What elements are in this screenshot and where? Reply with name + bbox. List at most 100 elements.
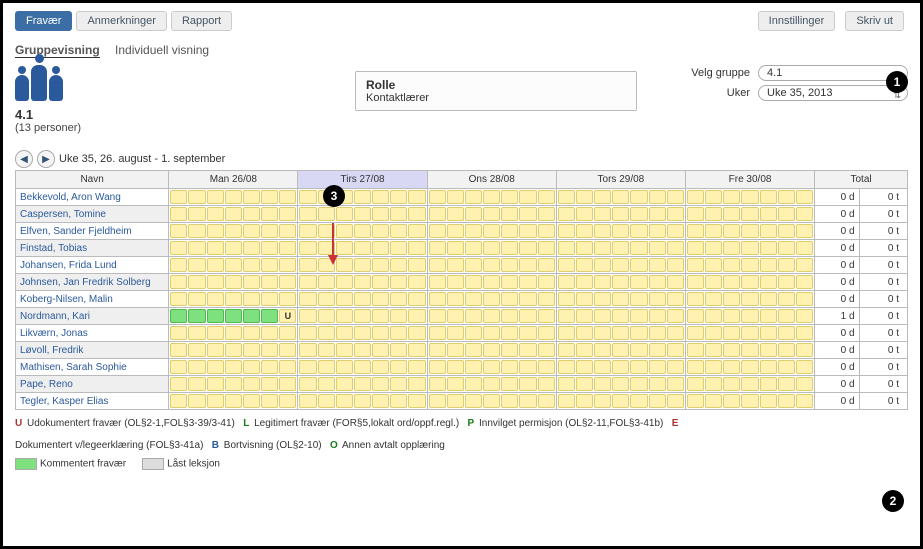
lesson-slot[interactable] <box>225 292 242 306</box>
lesson-slot[interactable] <box>538 377 555 391</box>
lesson-slot[interactable] <box>796 224 813 238</box>
lesson-slot[interactable] <box>778 292 795 306</box>
lesson-slot[interactable] <box>630 224 647 238</box>
lesson-slot[interactable] <box>188 190 205 204</box>
lesson-slot[interactable] <box>299 190 316 204</box>
day-cell[interactable] <box>427 325 556 342</box>
lesson-slot[interactable] <box>687 394 704 408</box>
lesson-slot[interactable] <box>594 207 611 221</box>
lesson-slot[interactable] <box>612 394 629 408</box>
lesson-slot[interactable] <box>649 309 666 323</box>
lesson-slot[interactable] <box>483 190 500 204</box>
lesson-slot[interactable] <box>538 343 555 357</box>
lesson-slot[interactable] <box>408 343 425 357</box>
lesson-slot[interactable] <box>170 326 187 340</box>
lesson-slot[interactable] <box>576 326 593 340</box>
lesson-slot[interactable] <box>519 309 536 323</box>
lesson-slot[interactable] <box>207 343 224 357</box>
lesson-slot[interactable] <box>465 326 482 340</box>
lesson-slot[interactable] <box>188 292 205 306</box>
lesson-slot[interactable] <box>225 309 242 323</box>
lesson-slot[interactable] <box>372 394 389 408</box>
lesson-slot[interactable] <box>299 343 316 357</box>
settings-button[interactable]: Innstillinger <box>758 11 836 31</box>
lesson-slot[interactable] <box>336 241 353 255</box>
day-cell[interactable] <box>298 342 427 359</box>
lesson-slot[interactable] <box>318 258 335 272</box>
lesson-slot[interactable] <box>796 377 813 391</box>
lesson-slot[interactable] <box>318 292 335 306</box>
lesson-slot[interactable] <box>723 326 740 340</box>
day-cell[interactable] <box>427 189 556 206</box>
day-cell[interactable] <box>298 223 427 240</box>
lesson-slot[interactable] <box>336 224 353 238</box>
lesson-slot[interactable] <box>760 343 777 357</box>
lesson-slot[interactable] <box>741 309 758 323</box>
lesson-slot[interactable] <box>778 275 795 289</box>
lesson-slot[interactable] <box>243 207 260 221</box>
lesson-slot[interactable] <box>299 309 316 323</box>
lesson-slot[interactable] <box>630 394 647 408</box>
day-cell[interactable] <box>685 308 814 325</box>
lesson-slot[interactable] <box>318 224 335 238</box>
lesson-slot[interactable] <box>354 377 371 391</box>
day-cell[interactable] <box>427 206 556 223</box>
lesson-slot[interactable] <box>778 309 795 323</box>
lesson-slot[interactable] <box>408 292 425 306</box>
day-cell[interactable] <box>169 376 298 393</box>
lesson-slot[interactable] <box>519 275 536 289</box>
student-name[interactable]: Nordmann, Kari <box>16 308 169 325</box>
lesson-slot[interactable] <box>465 258 482 272</box>
lesson-slot[interactable] <box>207 377 224 391</box>
lesson-slot[interactable] <box>299 377 316 391</box>
lesson-slot[interactable] <box>318 394 335 408</box>
day-cell[interactable] <box>685 257 814 274</box>
day-cell[interactable] <box>298 206 427 223</box>
lesson-slot[interactable] <box>649 207 666 221</box>
lesson-slot[interactable] <box>354 309 371 323</box>
lesson-slot[interactable] <box>705 258 722 272</box>
lesson-slot[interactable] <box>207 292 224 306</box>
lesson-slot[interactable] <box>170 360 187 374</box>
lesson-slot[interactable] <box>705 207 722 221</box>
lesson-slot[interactable] <box>705 326 722 340</box>
lesson-slot[interactable] <box>649 326 666 340</box>
lesson-slot[interactable] <box>778 258 795 272</box>
lesson-slot[interactable] <box>723 224 740 238</box>
lesson-slot[interactable] <box>649 258 666 272</box>
lesson-slot[interactable] <box>687 275 704 289</box>
lesson-slot[interactable] <box>538 241 555 255</box>
lesson-slot[interactable] <box>225 275 242 289</box>
lesson-slot[interactable] <box>318 275 335 289</box>
lesson-slot[interactable] <box>649 190 666 204</box>
lesson-slot[interactable] <box>170 258 187 272</box>
lesson-slot[interactable] <box>594 275 611 289</box>
lesson-slot[interactable] <box>243 377 260 391</box>
lesson-slot[interactable] <box>354 224 371 238</box>
lesson-slot[interactable] <box>429 394 446 408</box>
lesson-slot[interactable] <box>723 377 740 391</box>
student-name[interactable]: Tegler, Kasper Elias <box>16 393 169 410</box>
lesson-slot[interactable] <box>336 275 353 289</box>
lesson-slot[interactable] <box>336 394 353 408</box>
lesson-slot[interactable] <box>336 258 353 272</box>
day-cell[interactable] <box>298 308 427 325</box>
lesson-slot[interactable] <box>630 258 647 272</box>
lesson-slot[interactable] <box>705 190 722 204</box>
lesson-slot[interactable] <box>667 275 684 289</box>
lesson-slot[interactable] <box>612 360 629 374</box>
lesson-slot[interactable] <box>170 241 187 255</box>
lesson-slot[interactable] <box>188 343 205 357</box>
lesson-slot[interactable] <box>558 326 575 340</box>
lesson-slot[interactable] <box>576 394 593 408</box>
lesson-slot[interactable] <box>170 292 187 306</box>
day-cell[interactable] <box>298 393 427 410</box>
lesson-slot[interactable] <box>225 190 242 204</box>
lesson-slot[interactable] <box>243 309 260 323</box>
lesson-slot[interactable] <box>243 275 260 289</box>
lesson-slot[interactable] <box>299 275 316 289</box>
lesson-slot[interactable] <box>372 292 389 306</box>
lesson-slot[interactable] <box>372 275 389 289</box>
lesson-slot[interactable] <box>299 241 316 255</box>
lesson-slot[interactable] <box>243 258 260 272</box>
